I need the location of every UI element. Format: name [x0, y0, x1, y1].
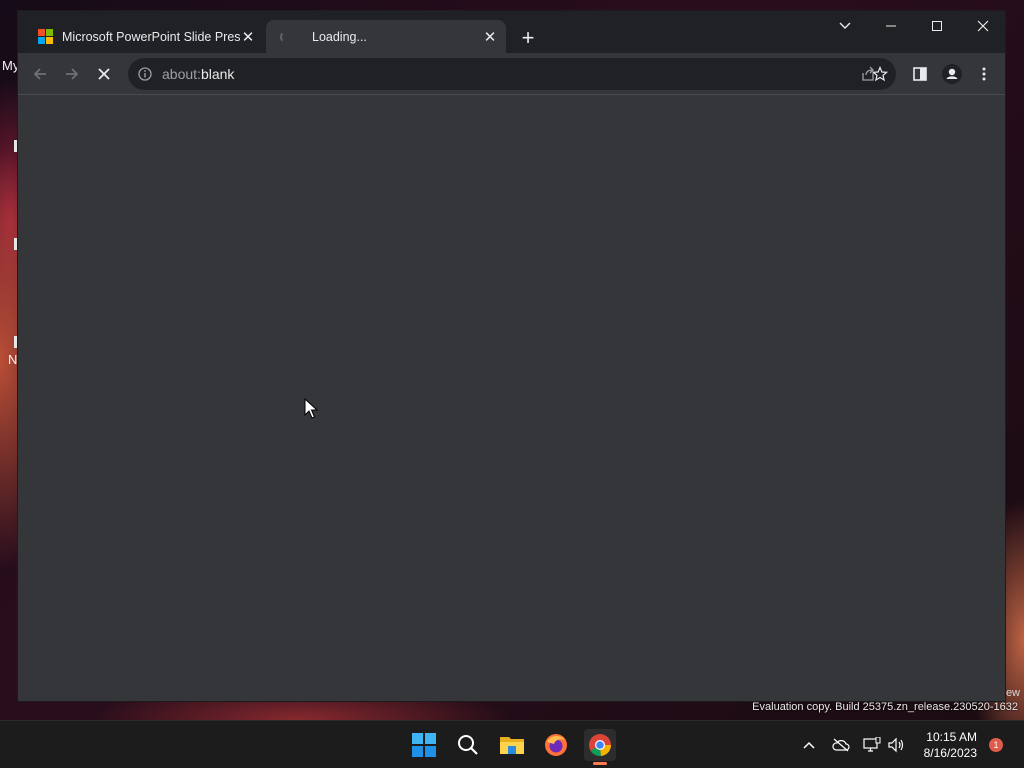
firefox-button[interactable]: [540, 729, 572, 761]
chevron-up-icon: [803, 741, 815, 749]
minimize-icon: [886, 25, 896, 27]
search-icon: [458, 735, 478, 755]
search-button[interactable]: [452, 729, 484, 761]
tab-powerpoint[interactable]: Microsoft PowerPoint Slide Prese ✕: [26, 20, 264, 53]
tab-loading[interactable]: Loading... ✕: [266, 20, 506, 53]
forward-button[interactable]: [60, 62, 84, 86]
address-bar[interactable]: about:blank: [128, 58, 896, 90]
url-text: about:blank: [162, 66, 235, 82]
clock-date: 8/16/2023: [923, 746, 977, 760]
notification-badge[interactable]: 1: [989, 738, 1003, 752]
taskbar: 10:15 AM 8/16/2023 1: [0, 720, 1024, 768]
tab-search-button[interactable]: [822, 11, 868, 41]
cloud-off-icon: [832, 738, 850, 752]
show-hidden-icons-button[interactable]: [799, 735, 819, 755]
bookmark-button[interactable]: [868, 62, 892, 86]
browser-window: Microsoft PowerPoint Slide Prese ✕ Loadi…: [17, 10, 1006, 702]
tab-title: Microsoft PowerPoint Slide Prese: [62, 29, 240, 44]
menu-button[interactable]: [972, 62, 996, 86]
network-button[interactable]: [862, 735, 882, 755]
close-tab-icon[interactable]: ✕: [482, 29, 498, 46]
clock-time: 10:15 AM: [926, 730, 977, 744]
volume-button[interactable]: [886, 735, 906, 755]
close-icon: [977, 20, 989, 32]
side-panel-button[interactable]: [908, 62, 932, 86]
clock[interactable]: 10:15 AM 8/16/2023: [924, 729, 977, 761]
profile-button[interactable]: [940, 62, 964, 86]
active-app-indicator: [593, 762, 607, 765]
kebab-menu-icon: [982, 67, 986, 81]
arrow-left-icon: [33, 68, 46, 80]
firefox-icon: [545, 734, 567, 756]
evaluation-watermark: Evaluation copy. Build 25375.zn_release.…: [752, 701, 1018, 713]
back-button[interactable]: [28, 62, 52, 86]
speaker-icon: [888, 737, 904, 753]
maximize-button[interactable]: [914, 11, 960, 41]
star-icon: [872, 66, 888, 82]
close-icon: [98, 68, 110, 80]
stop-loading-button[interactable]: [92, 62, 116, 86]
maximize-icon: [932, 21, 942, 31]
chevron-down-icon: [839, 22, 851, 29]
browser-toolbar: about:blank: [18, 53, 1005, 95]
side-panel-icon: [913, 67, 927, 81]
network-icon: [863, 737, 881, 752]
file-explorer-icon: [500, 737, 524, 754]
close-tab-icon[interactable]: ✕: [240, 29, 256, 46]
onedrive-button[interactable]: [831, 735, 851, 755]
profile-icon: [942, 64, 962, 84]
file-explorer-button[interactable]: [496, 729, 528, 761]
minimize-button[interactable]: [868, 11, 914, 41]
arrow-right-icon: [66, 68, 79, 80]
loading-spinner-icon: [280, 30, 292, 43]
chrome-button[interactable]: [584, 729, 616, 765]
mouse-cursor-icon: [304, 398, 318, 419]
windows-start-icon: [412, 733, 436, 757]
tab-title: Loading...: [312, 29, 367, 44]
chrome-icon: [589, 734, 612, 757]
new-tab-button[interactable]: +: [516, 27, 540, 51]
start-button[interactable]: [408, 729, 440, 761]
microsoft-logo-icon: [38, 28, 54, 45]
close-window-button[interactable]: [960, 11, 1006, 41]
page-content[interactable]: [18, 96, 1005, 701]
desktop-icon-label[interactable]: N: [8, 352, 17, 367]
tab-strip: Microsoft PowerPoint Slide Prese ✕ Loadi…: [18, 11, 1005, 53]
watermark-fragment: ew: [1005, 687, 1020, 699]
info-icon: [138, 67, 152, 81]
